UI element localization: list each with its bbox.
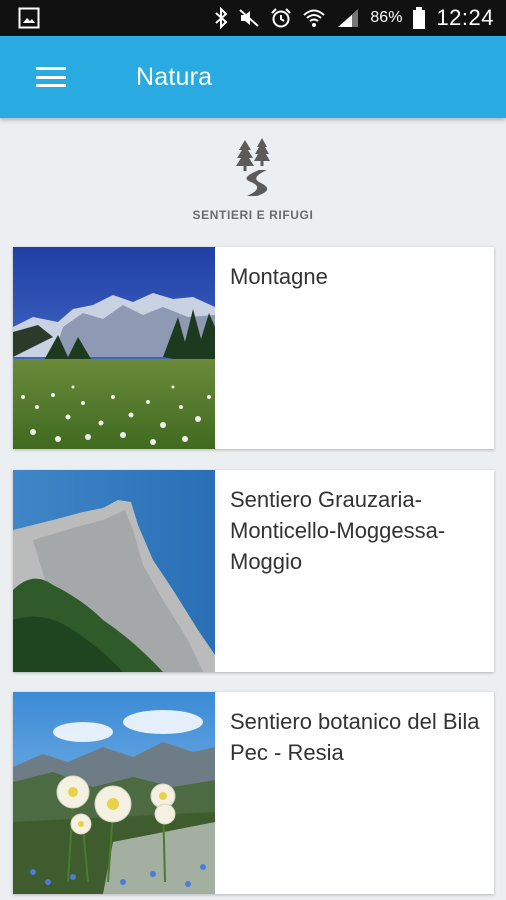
mountain-meadow-photo	[13, 247, 215, 449]
card-title: Sentiero botanico del Bila Pec - Resia	[230, 709, 480, 765]
clock: 12:24	[436, 5, 494, 30]
card-title: Montagne	[230, 264, 328, 289]
trail-trees-icon	[229, 138, 277, 198]
list-item[interactable]: Sentiero botanico del Bila Pec - Resia	[13, 692, 494, 894]
alpine-flowers-photo	[13, 692, 215, 894]
page-title: Natura	[136, 62, 213, 91]
mute-icon	[238, 7, 260, 29]
battery-percentage: 86%	[370, 9, 403, 26]
alarm-icon	[270, 7, 292, 29]
gallery-icon	[18, 7, 40, 29]
wifi-icon	[302, 7, 326, 29]
hamburger-menu-icon[interactable]	[34, 64, 68, 90]
battery-icon	[412, 7, 426, 29]
signal-icon	[336, 7, 360, 29]
card-title: Sentiero Grauzaria-Monticello-Moggessa-M…	[230, 487, 446, 574]
bluetooth-icon	[214, 7, 228, 29]
list-item[interactable]: Sentiero Grauzaria-Monticello-Moggessa-M…	[13, 470, 494, 672]
category-header[interactable]: SENTIERI E RIFUGI	[0, 138, 506, 230]
list-item[interactable]: Montagne	[13, 247, 494, 449]
category-label: SENTIERI E RIFUGI	[192, 208, 314, 222]
status-bar: 86% 12:24	[0, 0, 506, 36]
rock-peak-photo	[13, 470, 215, 672]
app-bar: Natura	[0, 36, 506, 118]
